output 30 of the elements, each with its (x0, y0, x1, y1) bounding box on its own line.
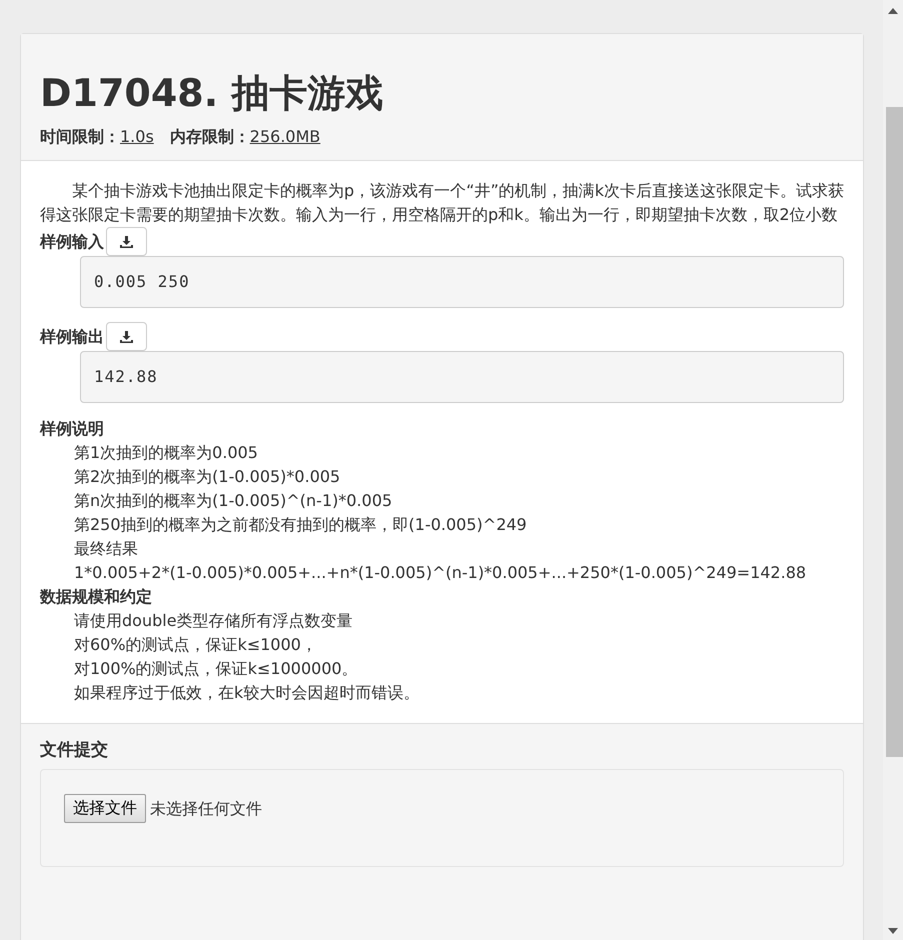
download-button[interactable] (106, 322, 147, 351)
explanation-line: 第250抽到的概率为之前都没有抽到的概率，即(1-0.005)^249 (73, 514, 528, 536)
file-status: 未选择任何文件 (150, 798, 262, 820)
section-heading: 样例说明 (40, 418, 105, 440)
problem-description: 某个抽卡游戏卡池抽出限定卡的概率为p，该游戏有一个“井”的机制，抽满k次卡后直接送这张限定卡。试求获得这张限定卡需要的期望抽卡次数。输入为一行，用空格隔开的p和k。输出为一行，即期望抽卡次数，取2位小数 (40, 180, 844, 226)
limit-label: 内存限制： (170, 127, 250, 146)
explanation-line: 1*0.005+2*(1-0.005)*0.005+...+n*(1-0.005)^(n-1)*0.005+...+250*(1-0.005)^249=142.88 (73, 562, 808, 584)
constraint-line: 如果程序过于低效，在k较大时会因超时而错误。 (73, 682, 420, 704)
section-heading: 数据规模和约定 (40, 586, 153, 608)
scrollbar-drawing[interactable] (883, 0, 903, 940)
download-button[interactable] (106, 227, 147, 256)
explanation-line: 第n次抽到的概率为(1-0.005)^(n-1)*0.005 (73, 490, 394, 512)
download-icon (120, 330, 133, 342)
limit-value[interactable]: 1.0s (120, 127, 154, 146)
sample-label: 样例输入 (40, 230, 104, 252)
explanation-line: 第1次抽到的概率为0.005 (73, 442, 259, 464)
constraint-line: 对100%的测试点，保证k≤1000000。 (73, 658, 359, 680)
sample-code-block: 0.005 250 (80, 256, 844, 308)
limit-label: 时间限制： (40, 127, 120, 146)
sample-code-block: 142.88 (80, 351, 844, 403)
download-icon (120, 236, 133, 248)
explanation-line: 第2次抽到的概率为(1-0.005)*0.005 (73, 466, 342, 488)
sample-label: 样例输出 (40, 326, 104, 348)
constraint-line: 请使用double类型存储所有浮点数变量 (73, 610, 354, 632)
choose-file-button[interactable]: 选择文件 (64, 794, 146, 823)
problem-title: D17048. 抽卡游戏 (40, 70, 384, 117)
limit-value[interactable]: 256.0MB (250, 127, 320, 146)
constraint-line: 对60%的测试点，保证k≤1000， (73, 634, 318, 656)
section-heading: 文件提交 (40, 739, 109, 761)
explanation-line: 最终结果 (73, 538, 139, 560)
